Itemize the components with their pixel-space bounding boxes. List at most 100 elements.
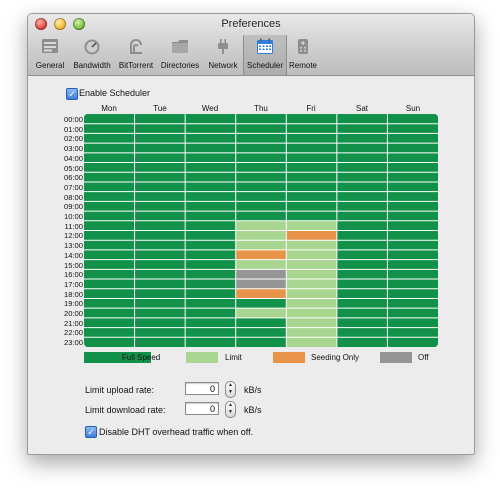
schedule-cell-full-speed[interactable] [387,114,438,124]
schedule-cell-limit[interactable] [286,327,337,338]
schedule-cell-full-speed[interactable] [336,162,388,173]
schedule-cell-full-speed[interactable] [84,327,135,338]
schedule-cell-full-speed[interactable] [185,143,236,153]
schedule-cell-full-speed[interactable] [387,230,438,241]
schedule-cell-full-speed[interactable] [134,317,186,328]
schedule-cell-limit[interactable] [286,240,337,250]
schedule-cell-full-speed[interactable] [134,152,186,163]
schedule-cell-full-speed[interactable] [134,201,186,212]
schedule-cell-seeding-only[interactable] [235,249,287,260]
schedule-cell-full-speed[interactable] [84,298,135,309]
schedule-cell-full-speed[interactable] [185,191,236,202]
schedule-cell-full-speed[interactable] [336,123,388,134]
schedule-cell-full-speed[interactable] [387,201,438,212]
schedule-cell-full-speed[interactable] [387,143,438,153]
schedule-cell-full-speed[interactable] [134,240,186,250]
schedule-cell-full-speed[interactable] [84,123,135,134]
schedule-cell-full-speed[interactable] [185,308,236,318]
schedule-cell-full-speed[interactable] [185,201,236,212]
enable-scheduler-checkbox[interactable]: ✓ [66,88,78,100]
schedule-cell-full-speed[interactable] [336,240,388,250]
schedule-cell-full-speed[interactable] [235,143,287,153]
schedule-cell-full-speed[interactable] [185,181,236,192]
schedule-cell-full-speed[interactable] [185,133,236,144]
schedule-cell-full-speed[interactable] [134,308,186,318]
schedule-cell-full-speed[interactable] [134,123,186,134]
schedule-cell-full-speed[interactable] [134,191,186,202]
schedule-cell-limit[interactable] [286,259,337,270]
schedule-cell-full-speed[interactable] [336,308,388,318]
schedule-cell-full-speed[interactable] [336,201,388,212]
disable-dht-checkbox[interactable]: ✓ [85,426,97,438]
schedule-cell-full-speed[interactable] [286,133,337,144]
schedule-cell-full-speed[interactable] [185,162,236,173]
schedule-cell-full-speed[interactable] [336,279,388,289]
schedule-cell-limit[interactable] [286,317,337,328]
schedule-cell-full-speed[interactable] [336,181,388,192]
schedule-cell-full-speed[interactable] [336,133,388,144]
schedule-cell-full-speed[interactable] [185,288,236,299]
schedule-cell-full-speed[interactable] [84,288,135,299]
schedule-cell-off[interactable] [235,269,287,280]
schedule-cell-full-speed[interactable] [286,123,337,134]
schedule-cell-full-speed[interactable] [134,143,186,153]
schedule-cell-full-speed[interactable] [387,337,438,347]
schedule-cell-full-speed[interactable] [185,337,236,347]
schedule-cell-full-speed[interactable] [185,249,236,260]
schedule-cell-limit[interactable] [286,298,337,309]
schedule-cell-full-speed[interactable] [336,114,388,124]
schedule-cell-limit[interactable] [235,240,287,250]
schedule-cell-full-speed[interactable] [134,133,186,144]
schedule-cell-full-speed[interactable] [387,298,438,309]
schedule-cell-full-speed[interactable] [336,288,388,299]
schedule-cell-full-speed[interactable] [84,152,135,163]
schedule-cell-full-speed[interactable] [336,317,388,328]
schedule-cell-full-speed[interactable] [185,298,236,309]
schedule-cell-full-speed[interactable] [185,259,236,270]
schedule-cell-limit[interactable] [286,220,337,231]
schedule-cell-limit[interactable] [286,249,337,260]
schedule-cell-full-speed[interactable] [286,172,337,182]
schedule-cell-full-speed[interactable] [84,133,135,144]
schedule-cell-full-speed[interactable] [84,201,135,212]
schedule-cell-full-speed[interactable] [235,123,287,134]
schedule-cell-full-speed[interactable] [134,269,186,280]
schedule-cell-full-speed[interactable] [286,211,337,221]
schedule-cell-full-speed[interactable] [387,288,438,299]
schedule-cell-limit[interactable] [286,269,337,280]
schedule-cell-full-speed[interactable] [185,220,236,231]
schedule-cell-full-speed[interactable] [84,240,135,250]
schedule-cell-full-speed[interactable] [286,201,337,212]
schedule-cell-full-speed[interactable] [387,269,438,280]
schedule-cell-full-speed[interactable] [134,279,186,289]
toolbar-bittorrent[interactable]: BitTorrent [115,35,157,75]
download-rate-field[interactable]: 0 [185,402,219,415]
schedule-cell-full-speed[interactable] [336,269,388,280]
schedule-cell-full-speed[interactable] [134,114,186,124]
schedule-cell-full-speed[interactable] [235,298,287,309]
schedule-cell-full-speed[interactable] [84,337,135,347]
schedule-cell-full-speed[interactable] [185,123,236,134]
schedule-cell-full-speed[interactable] [387,327,438,338]
schedule-cell-full-speed[interactable] [84,279,135,289]
schedule-cell-limit[interactable] [235,220,287,231]
schedule-cell-full-speed[interactable] [235,181,287,192]
schedule-cell-limit[interactable] [286,288,337,299]
toolbar-directories[interactable]: Directories [158,35,202,75]
schedule-cell-full-speed[interactable] [134,220,186,231]
schedule-cell-full-speed[interactable] [134,249,186,260]
schedule-cell-full-speed[interactable] [84,259,135,270]
schedule-cell-full-speed[interactable] [387,220,438,231]
schedule-cell-full-speed[interactable] [235,114,287,124]
schedule-cell-full-speed[interactable] [336,230,388,241]
schedule-cell-full-speed[interactable] [84,172,135,182]
upload-rate-stepper[interactable]: ▲ ▼ [225,381,236,398]
schedule-cell-full-speed[interactable] [387,181,438,192]
schedule-cell-full-speed[interactable] [336,191,388,202]
schedule-cell-full-speed[interactable] [185,317,236,328]
schedule-cell-full-speed[interactable] [134,327,186,338]
schedule-cell-limit[interactable] [286,337,337,347]
schedule-cell-full-speed[interactable] [387,259,438,270]
schedule-cell-full-speed[interactable] [134,288,186,299]
schedule-cell-full-speed[interactable] [235,327,287,338]
